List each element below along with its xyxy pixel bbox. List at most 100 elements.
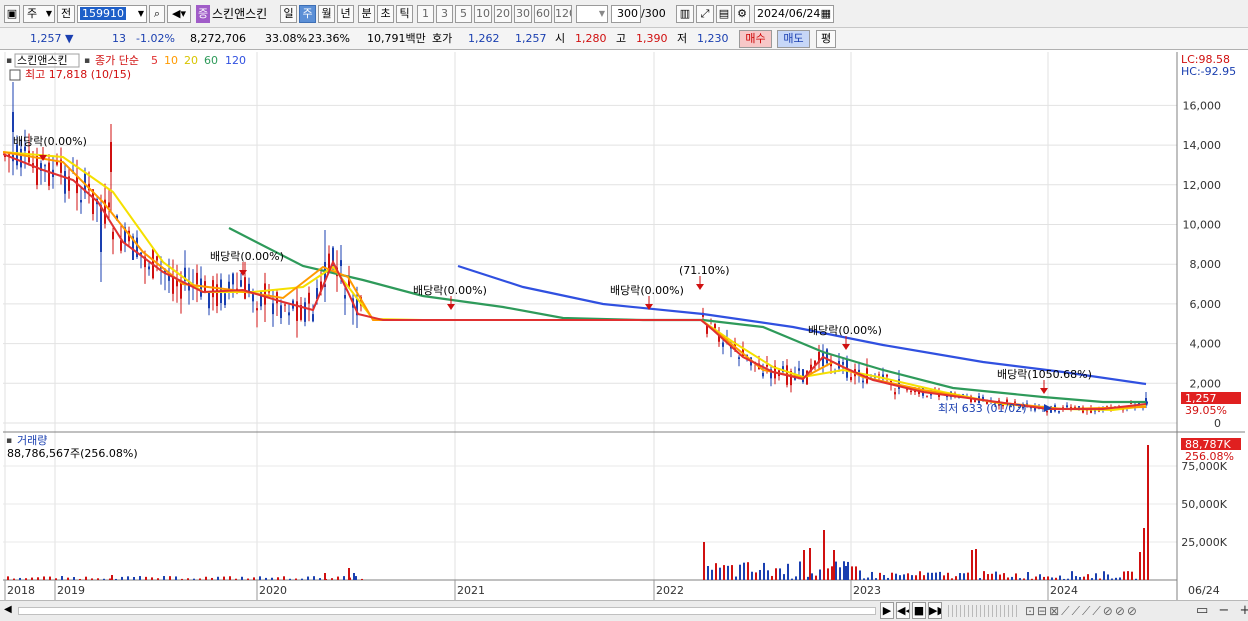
period-month[interactable]: 월 — [318, 5, 335, 23]
code-input-value: 159910 — [80, 7, 126, 20]
volume-bar — [707, 566, 709, 580]
interval-120[interactable]: 120 — [554, 5, 572, 23]
volume-bar — [1035, 576, 1037, 580]
high-label: 고 — [616, 32, 627, 45]
y-axis-ticks: 16,000 14,000 12,000 10,000 8,000 6,000 4,000 2… — [1183, 99, 1222, 430]
zoom-slider[interactable] — [948, 605, 1018, 617]
volume-bar — [145, 576, 147, 580]
volume-bar — [935, 572, 937, 580]
chart-area[interactable]: 배당락(0.00%) 배당락(0.00%) 배당락(0.00%) (71.10%) 배당… — [2, 52, 1245, 600]
period-tick[interactable]: 틱 — [396, 5, 413, 23]
volume-bar — [751, 571, 753, 580]
volume-bar — [843, 561, 845, 580]
candle-body — [208, 292, 210, 309]
candle-body — [156, 256, 158, 261]
prev-button[interactable]: 전 — [57, 5, 75, 23]
quote-label: 호가 — [432, 32, 453, 45]
volume-bar — [109, 578, 111, 580]
crosshair-icon[interactable]: ⤢ — [696, 5, 714, 23]
avg-button[interactable]: 평 — [816, 30, 836, 48]
ma-legend-120: 120 — [225, 54, 246, 67]
candle-body — [20, 148, 22, 168]
ask-price: 1,262 — [468, 32, 500, 45]
interval-10[interactable]: 10 — [474, 5, 492, 23]
volume-bar — [1067, 578, 1069, 580]
interval-input[interactable]: ▼ — [576, 5, 608, 23]
code-input[interactable]: 159910 ▼ — [77, 5, 147, 23]
rewind-icon[interactable]: ◀◀ — [896, 602, 910, 619]
volume-bar — [755, 572, 757, 580]
volume-bar — [791, 578, 793, 580]
play-icon[interactable]: ▶ — [880, 602, 894, 619]
y-tick-label: 12,000 — [1183, 179, 1222, 192]
candle-body — [1046, 410, 1048, 413]
interval-20[interactable]: 20 — [494, 5, 512, 23]
candle-body — [256, 308, 258, 311]
volume-bar — [157, 578, 159, 580]
interval-60[interactable]: 60 — [534, 5, 552, 23]
volume-bar — [823, 530, 825, 580]
candle-icon[interactable]: ▥ — [676, 5, 694, 23]
open-price: 1,280 — [575, 32, 607, 45]
volume-bar — [809, 548, 811, 580]
stock-tag: 스킨앤스킨 — [17, 54, 68, 67]
speaker-icon[interactable]: ◀▾ — [167, 5, 191, 23]
period-second[interactable]: 초 — [377, 5, 394, 23]
toolbar: ▣ 주 ▼ 전 159910 ▼ ⌕ ◀▾ 증 스킨앤스킨 일 주 월 년 분 초 … — [0, 0, 1248, 28]
x-axis-label: 2020 — [259, 584, 287, 597]
x-axis-label: 2024 — [1050, 584, 1078, 597]
volume-bar — [103, 578, 105, 580]
period-week[interactable]: 주 — [299, 5, 316, 23]
volume-bar — [711, 569, 713, 580]
window-menu-icon[interactable]: ▣ — [4, 5, 20, 23]
volume-bar — [1023, 578, 1025, 580]
ma-legend-5: 5 — [151, 54, 158, 67]
price-change: 13 — [112, 32, 126, 45]
interval-30[interactable]: 30 — [514, 5, 532, 23]
period-day[interactable]: 일 — [280, 5, 297, 23]
fast-forward-icon[interactable]: ▶▶ — [928, 602, 942, 619]
sell-button[interactable]: 매도 — [777, 30, 810, 48]
volume-bars — [7, 445, 1149, 580]
volume-bar — [1103, 571, 1105, 580]
volume-bar — [915, 575, 917, 580]
volume-bar — [1071, 571, 1073, 580]
calculator-icon[interactable] — [9, 69, 21, 81]
candle-body — [714, 324, 716, 329]
gear-icon[interactable]: ⚙ — [734, 5, 750, 23]
candle-body — [108, 202, 110, 208]
stop-icon[interactable]: ■ — [912, 602, 926, 619]
volume-bar — [947, 572, 949, 580]
volume-bar — [815, 575, 817, 580]
volume-bar — [1075, 576, 1077, 580]
volume-bar — [835, 561, 837, 580]
volume-bar — [731, 565, 733, 580]
scroll-left-icon[interactable]: ◀ — [4, 604, 16, 618]
interval-3[interactable]: 3 — [436, 5, 453, 23]
date-input[interactable]: 2024/06/24 ▦ — [754, 5, 834, 23]
volume-bar — [73, 577, 75, 580]
zoom-controls[interactable]: ▭ − + A — [1196, 603, 1248, 618]
x-axis-label: 2023 — [853, 584, 881, 597]
volume-title: 거래량 — [17, 434, 47, 447]
volume-bar — [743, 562, 745, 580]
save-icon[interactable]: ▤ — [716, 5, 732, 23]
period-select[interactable]: 주 ▼ — [23, 5, 55, 23]
scrollbar-track[interactable] — [18, 607, 876, 615]
period-year[interactable]: 년 — [337, 5, 354, 23]
volume-bar — [991, 573, 993, 580]
y-tick-label: 16,000 — [1183, 99, 1222, 112]
period-minute[interactable]: 분 — [358, 5, 375, 23]
volume-bar — [763, 562, 765, 580]
volume-bar — [235, 578, 237, 580]
interval-1[interactable]: 1 — [417, 5, 434, 23]
interval-5[interactable]: 5 — [455, 5, 472, 23]
drawing-tools[interactable]: ⊡⊟⊠⟋⟋⟋⟋⊘⊘⊘ — [1025, 604, 1139, 619]
volume-bar — [987, 574, 989, 580]
search-icon[interactable]: ⌕ — [149, 5, 165, 23]
dividend-arrow-icon — [239, 270, 247, 276]
buy-button[interactable]: 매수 — [739, 30, 772, 48]
volume-bar — [337, 576, 339, 580]
volume-bar — [163, 576, 165, 580]
count-input[interactable]: 300 — [611, 5, 641, 23]
